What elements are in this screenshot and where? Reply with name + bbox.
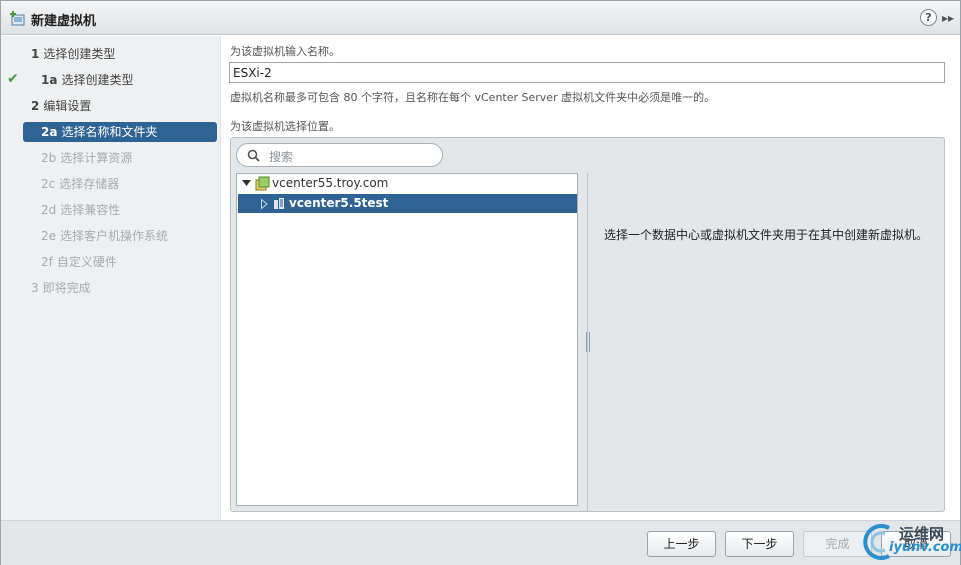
step-1a[interactable]: 1a 选择创建类型 [23, 70, 217, 90]
tree-node-vcenter[interactable]: vcenter55.troy.com [238, 174, 577, 193]
step-number: 3 [31, 281, 39, 295]
tree-node-label: vcenter5.5test [289, 196, 389, 210]
step-number: 2c [41, 177, 56, 191]
expand-arrow-icon[interactable] [242, 180, 251, 187]
step-number: 2f [41, 255, 53, 269]
title-bar: 新建虚拟机 ? ▸▸ [1, 1, 960, 35]
name-prompt: 为该虚拟机输入名称。 [230, 45, 340, 58]
step-label: 选择创建类型 [61, 73, 134, 87]
search-icon [247, 149, 260, 162]
step-2e: 2e 选择客户机操作系统 [23, 226, 217, 246]
new-vm-icon [10, 11, 25, 26]
vcenter-icon [255, 176, 270, 191]
step-2a[interactable]: 2a 选择名称和文件夹 [23, 122, 217, 142]
step-label: 选择名称和文件夹 [61, 125, 158, 139]
tree-node-datacenter[interactable]: vcenter5.5test [238, 194, 577, 213]
inventory-tree: vcenter55.troy.com vcenter5.5test [236, 173, 578, 506]
back-button[interactable]: 上一步 [647, 531, 716, 557]
step-2b: 2b 选择计算资源 [23, 148, 217, 168]
search-box[interactable]: 搜索 [236, 143, 443, 167]
dialog-title: 新建虚拟机 [31, 14, 97, 29]
collapsed-arrow-icon[interactable] [261, 199, 268, 209]
vm-name-input[interactable] [229, 62, 945, 83]
splitter-grip-icon[interactable] [586, 332, 590, 352]
step-2d: 2d 选择兼容性 [23, 200, 217, 220]
new-vm-dialog: 新建虚拟机 ? ▸▸ ✔ 1 选择创建类型 1a 选择创建类型 2 编辑设置 2a 选择… [0, 0, 961, 565]
location-prompt: 为该虚拟机选择位置。 [230, 120, 340, 133]
step-label: 编辑设置 [43, 99, 92, 113]
checkmark-icon: ✔ [7, 71, 19, 87]
search-placeholder: 搜索 [269, 150, 294, 164]
help-button[interactable]: ? [920, 9, 937, 26]
tree-node-label: vcenter55.troy.com [272, 176, 389, 190]
step-label: 选择创建类型 [43, 47, 116, 61]
step-label: 选择兼容性 [60, 203, 121, 217]
step-number: 1a [41, 73, 58, 87]
step-number: 2 [31, 99, 40, 113]
location-info-text: 选择一个数据中心或虚拟机文件夹用于在其中创建新虚拟机。 [604, 228, 929, 242]
step-label: 即将完成 [42, 281, 91, 295]
step-number: 2d [41, 203, 57, 217]
watermark: 运维网 iyunv.com [859, 520, 961, 564]
step-label: 选择客户机操作系统 [60, 229, 169, 243]
step-label: 选择存储器 [59, 177, 120, 191]
expand-icon[interactable]: ▸▸ [942, 10, 956, 26]
step-number: 2e [41, 229, 57, 243]
step-number: 2b [41, 151, 57, 165]
datacenter-icon [274, 198, 284, 209]
step-label: 自定义硬件 [56, 255, 117, 269]
step-1[interactable]: 1 选择创建类型 [23, 44, 217, 64]
step-label: 选择计算资源 [60, 151, 133, 165]
step-2c: 2c 选择存储器 [23, 174, 217, 194]
name-hint: 虚拟机名称最多可包含 80 个字符，且名称在每个 vCenter Server … [230, 91, 716, 104]
step-number: 1 [31, 47, 40, 61]
step-2[interactable]: 2 编辑设置 [23, 96, 217, 116]
step-2f: 2f 自定义硬件 [23, 252, 217, 272]
watermark-url: iyunv.com [889, 540, 961, 555]
step-3: 3 即将完成 [23, 278, 217, 298]
step-number: 2a [41, 125, 58, 139]
next-button[interactable]: 下一步 [725, 531, 794, 557]
